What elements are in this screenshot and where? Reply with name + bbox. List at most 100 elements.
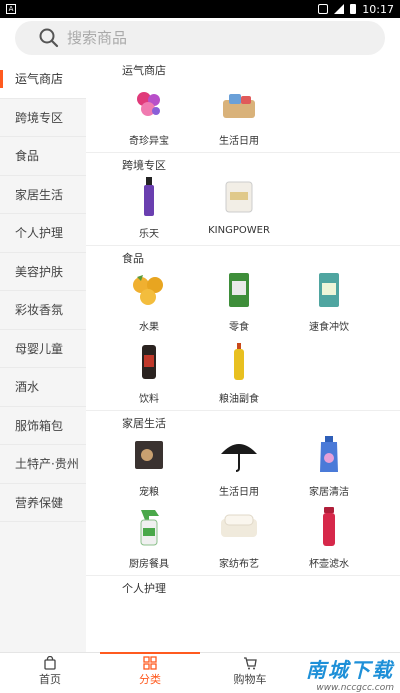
- sidebar-item-label: 服饰箱包: [15, 418, 64, 433]
- sidebar-item-label: 个人护理: [15, 226, 64, 241]
- subcategory-label: 乐天: [139, 229, 159, 240]
- fruit-icon: [129, 270, 169, 310]
- status-bar: A 10:17: [0, 0, 400, 18]
- watermark-title: 南城下载: [306, 658, 394, 682]
- section-title: 家居生活: [122, 417, 166, 430]
- sidebar-item-yunqi-store[interactable]: 运气商店: [0, 60, 86, 99]
- watermark: 南城下载 www.nccgcc.com: [244, 654, 394, 693]
- sidebar-item-apparel[interactable]: 服饰箱包: [0, 407, 86, 445]
- tab-label: 首页: [39, 673, 61, 686]
- sidebar-item-label: 酒水: [15, 380, 40, 395]
- towel-icon: [219, 507, 259, 547]
- battery-icon: [350, 4, 357, 14]
- subcategory-label: KINGPOWER: [208, 225, 270, 236]
- subcategory-label: 饮料: [139, 394, 159, 405]
- wifi-icon: [318, 4, 329, 14]
- signal-icon: [334, 4, 345, 14]
- category-content: 运气商店 奇珍异宝 生活日用 跨境专区 乐天 KINGPOWER 食品 水果 零…: [86, 60, 400, 652]
- subcategory-item[interactable]: 水果: [104, 266, 194, 338]
- umbrella-icon: [219, 435, 259, 475]
- search-bar-container: [0, 18, 400, 60]
- subcategory-label: 厨房餐具: [129, 559, 169, 570]
- daily-goods-icon: [219, 84, 259, 124]
- subcategory-label: 速食冲饮: [309, 322, 349, 333]
- subcategory-item[interactable]: 零食: [194, 266, 284, 338]
- subcategory-label: 水果: [139, 322, 159, 333]
- section-yunqi-store: 运气商店 奇珍异宝 生活日用: [86, 60, 400, 153]
- treasure-icon: [129, 84, 169, 124]
- section-cross-border: 跨境专区 乐天 KINGPOWER: [86, 153, 400, 246]
- subcategory-item[interactable]: 生活日用: [194, 431, 284, 503]
- sidebar-item-guizhou-specialty[interactable]: 土特产·贵州: [0, 445, 86, 484]
- subcategory-item[interactable]: 厨房餐具: [104, 503, 194, 575]
- tab-label: 分类: [139, 673, 161, 686]
- sidebar-item-label: 土特产·贵州: [15, 457, 79, 472]
- pet-food-icon: [129, 435, 169, 475]
- sidebar-item-label: 跨境专区: [15, 110, 64, 125]
- search-input[interactable]: [67, 29, 347, 47]
- subcategory-label: 奇珍异宝: [129, 136, 169, 147]
- thermos-icon: [309, 507, 349, 547]
- sidebar-item-label: 彩妆香氛: [15, 303, 64, 318]
- watermark-url: www.nccgcc.com: [316, 683, 394, 693]
- home-bag-icon: [44, 656, 56, 670]
- subcategory-item[interactable]: 家居清洁: [284, 431, 374, 503]
- serum-bottle-icon: [129, 177, 169, 217]
- notification-icon: A: [6, 4, 16, 14]
- subcategory-label: 杯壶滤水: [309, 559, 349, 570]
- sidebar-item-makeup[interactable]: 彩妆香氛: [0, 291, 86, 330]
- beverage-can-icon: [129, 342, 169, 382]
- section-title: 个人护理: [122, 582, 166, 595]
- sidebar-item-skincare[interactable]: 美容护肤: [0, 253, 86, 291]
- section-food: 食品 水果 零食 速食冲饮 饮料 粮油副食: [86, 246, 400, 411]
- subcategory-item[interactable]: 乐天: [104, 173, 194, 245]
- oil-bottle-icon: [219, 342, 259, 382]
- cleaning-spray-icon: [309, 435, 349, 475]
- kitchen-spray-icon: [129, 507, 169, 547]
- sidebar-item-cross-border[interactable]: 跨境专区: [0, 99, 86, 137]
- sidebar-item-mother-baby[interactable]: 母婴儿童: [0, 330, 86, 368]
- section-home-living: 家居生活 宠粮 生活日用 家居清洁 厨房餐具 家纺布艺 杯壶滤水: [86, 411, 400, 576]
- section-title: 跨境专区: [122, 159, 166, 172]
- section-title: 运气商店: [122, 64, 166, 77]
- subcategory-item[interactable]: 速食冲饮: [284, 266, 374, 338]
- category-sidebar: 运气商店 跨境专区 食品 家居生活 个人护理 美容护肤 彩妆香氛 母婴儿童 酒水…: [0, 60, 86, 652]
- sidebar-item-label: 美容护肤: [15, 264, 64, 279]
- sidebar-item-wine[interactable]: 酒水: [0, 368, 86, 407]
- sidebar-item-home-living[interactable]: 家居生活: [0, 176, 86, 214]
- grid-icon: [143, 656, 157, 670]
- status-time: 10:17: [362, 2, 394, 16]
- subcategory-label: 零食: [229, 322, 249, 333]
- sidebar-item-label: 营养保健: [15, 495, 64, 510]
- sidebar-item-nutrition[interactable]: 营养保健: [0, 484, 86, 522]
- tab-home[interactable]: 首页: [0, 653, 100, 690]
- subcategory-label: 家纺布艺: [219, 559, 259, 570]
- subcategory-label: 宠粮: [139, 487, 159, 498]
- instant-drink-icon: [309, 270, 349, 310]
- sidebar-item-label: 母婴儿童: [15, 341, 64, 356]
- sidebar-item-label: 家居生活: [15, 187, 64, 202]
- sidebar-item-label: 运气商店: [15, 72, 64, 87]
- subcategory-item[interactable]: 宠粮: [104, 431, 194, 503]
- snack-bag-icon: [219, 270, 259, 310]
- subcategory-item[interactable]: 杯壶滤水: [284, 503, 374, 575]
- sidebar-item-food[interactable]: 食品: [0, 137, 86, 176]
- subcategory-label: 粮油副食: [219, 394, 259, 405]
- subcategory-item[interactable]: 家纺布艺: [194, 503, 284, 575]
- subcategory-item[interactable]: 饮料: [104, 338, 194, 410]
- subcategory-label: 生活日用: [219, 136, 259, 147]
- subcategory-item[interactable]: 奇珍异宝: [104, 80, 194, 152]
- subcategory-item[interactable]: 生活日用: [194, 80, 284, 152]
- sidebar-item-label: 食品: [15, 149, 40, 164]
- search-bar[interactable]: [15, 21, 385, 55]
- subcategory-item[interactable]: KINGPOWER: [194, 173, 284, 245]
- subcategory-item[interactable]: 粮油副食: [194, 338, 284, 410]
- subcategory-label: 家居清洁: [309, 487, 349, 498]
- section-title: 食品: [122, 252, 144, 265]
- search-icon: [39, 28, 59, 48]
- section-personal-care: 个人护理: [86, 576, 400, 595]
- tab-category[interactable]: 分类: [100, 652, 200, 690]
- cream-jar-icon: [219, 177, 259, 217]
- sidebar-item-personal-care[interactable]: 个人护理: [0, 214, 86, 253]
- subcategory-label: 生活日用: [219, 487, 259, 498]
